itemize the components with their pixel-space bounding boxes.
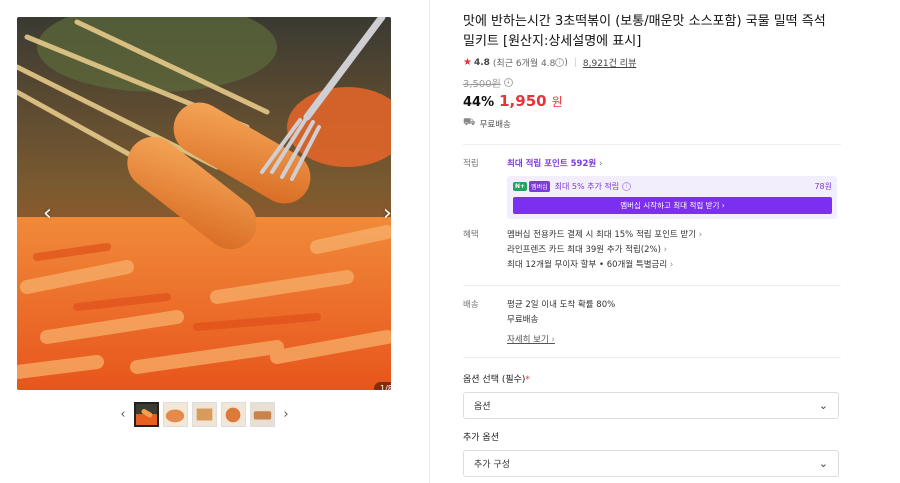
rating-value: 4.8 <box>473 57 490 68</box>
thumbnail[interactable] <box>134 401 159 427</box>
chevron-down-icon: ⌄ <box>818 457 828 470</box>
benefit-text: 라인프렌즈 카드 최대 39원 추가 적립(2%) <box>507 245 661 255</box>
product-info: 맛에 반하는시간 3초떡볶이 (보통/매운맛 소스포함) 국물 밀떡 즉석 밀키… <box>463 12 841 477</box>
delivery-detail-link[interactable]: 자세히 보기 › <box>507 333 555 345</box>
points-row: 적립 최대 적립 포인트 592원 › N+ 멤버십 최대 5% 추가 적립 i… <box>463 157 841 219</box>
shipping-tag: ⛟ 무료배송 <box>463 117 841 130</box>
points-label: 적립 <box>463 159 479 169</box>
thumbnail-strip: ‹ › <box>116 401 293 427</box>
product-main-image[interactable]: ‹ › 1/8 <box>17 17 391 390</box>
benefit-text: 멤버십 전용카드 결제 시 최대 15% 적립 포인트 받기 <box>507 230 697 240</box>
chevron-right-icon: › <box>667 260 674 270</box>
tteokbokki-photo <box>17 17 391 390</box>
option-select-value: 옵션 <box>474 402 491 412</box>
info-icon[interactable]: i <box>622 182 632 191</box>
star-icon: ★ <box>463 57 472 68</box>
benefit-text: 최대 12개월 무이자 할부 • 60개월 특별금리 <box>507 260 668 270</box>
original-price-row: 3,500원 i <box>463 75 841 90</box>
membership-start-button[interactable]: 멤버십 시작하고 최대 적립 받기 › <box>513 197 832 214</box>
chevron-down-icon: ⌄ <box>818 399 828 412</box>
benefits-row: 혜택 멤버십 전용카드 결제 시 최대 15% 적립 포인트 받기 › 라인프렌… <box>463 228 841 273</box>
thumbnail[interactable] <box>221 401 246 427</box>
extra-option-value: 추가 구성 <box>474 460 510 470</box>
price-row: 44% 1,950 원 <box>463 92 841 110</box>
discount-rate: 44% <box>463 95 495 110</box>
detail-link-text: 자세히 보기 <box>507 335 549 345</box>
delivery-row: 배송 평균 2일 이내 도착 확률 80% 무료배송 자세히 보기 › <box>463 298 841 345</box>
membership-badge-label: 멤버십 <box>529 181 550 192</box>
extra-option-select[interactable]: 추가 구성 ⌄ <box>463 450 839 477</box>
truck-icon: ⛟ <box>463 117 476 128</box>
benefit-item[interactable]: 라인프렌즈 카드 최대 39원 추가 적립(2%) › <box>507 243 841 258</box>
info-icon[interactable]: i <box>555 58 565 67</box>
chevron-right-icon: › <box>660 245 668 255</box>
benefit-item[interactable]: 최대 12개월 무이자 할부 • 60개월 특별금리 › <box>507 258 841 273</box>
chevron-right-icon: › <box>599 159 603 169</box>
divider <box>463 285 841 286</box>
max-point-link[interactable]: 최대 적립 포인트 592원 › <box>507 157 841 169</box>
rating-recent: (최근 6개월 4.8 <box>492 59 556 69</box>
membership-amount: 78원 <box>814 182 832 191</box>
thumbnail[interactable] <box>250 401 275 427</box>
benefit-item[interactable]: 멤버십 전용카드 결제 시 최대 15% 적립 포인트 받기 › <box>507 228 841 243</box>
required-mark: * <box>525 375 530 385</box>
original-price: 3,500원 <box>463 79 501 90</box>
max-point-text: 최대 적립 포인트 592원 <box>507 159 597 169</box>
membership-extra-text: 최대 5% 추가 적립 <box>554 182 620 191</box>
sale-price: 1,950 <box>499 92 547 110</box>
column-divider <box>429 0 430 483</box>
thumbnail[interactable] <box>163 401 188 427</box>
delivery-estimate: 평균 2일 이내 도착 확률 80% <box>507 300 616 310</box>
price-unit: 원 <box>551 95 563 109</box>
gallery-next-button[interactable]: › <box>383 203 391 225</box>
option-select[interactable]: 옵션 ⌄ <box>463 392 839 419</box>
option-label-text: 옵션 선택 (필수) <box>463 375 526 385</box>
divider <box>463 144 841 145</box>
divider <box>463 357 841 358</box>
delivery-fee: 무료배송 <box>507 315 539 325</box>
review-count-link[interactable]: 8,921건 리뷰 <box>583 56 636 69</box>
shipping-tag-label: 무료배송 <box>479 119 511 130</box>
gallery-prev-button[interactable]: ‹ <box>43 203 52 225</box>
rating-row: ★ 4.8 (최근 6개월 4.8 i ) | 8,921건 리뷰 <box>463 56 841 69</box>
rating-recent-close: ) <box>564 57 568 68</box>
membership-box: N+ 멤버십 최대 5% 추가 적립 i 78원 멤버십 시작하고 최대 적립 … <box>507 176 837 219</box>
image-counter: 1/8 <box>374 382 391 390</box>
option-label: 옵션 선택 (필수)* <box>463 372 841 385</box>
membership-badge: N+ <box>513 182 528 191</box>
info-icon[interactable]: i <box>503 78 513 87</box>
product-title: 맛에 반하는시간 3초떡볶이 (보통/매운맛 소스포함) 국물 밀떡 즉석 밀키… <box>463 14 826 49</box>
separator: | <box>573 57 577 68</box>
delivery-label: 배송 <box>463 300 479 310</box>
extra-option-label: 추가 옵션 <box>463 433 499 443</box>
chevron-right-icon: › <box>548 335 555 345</box>
thumbnail[interactable] <box>192 401 217 427</box>
thumb-next-button[interactable]: › <box>279 407 293 422</box>
thumb-prev-button[interactable]: ‹ <box>116 407 130 422</box>
chevron-right-icon: › <box>696 230 703 240</box>
benefits-label: 혜택 <box>463 230 479 240</box>
